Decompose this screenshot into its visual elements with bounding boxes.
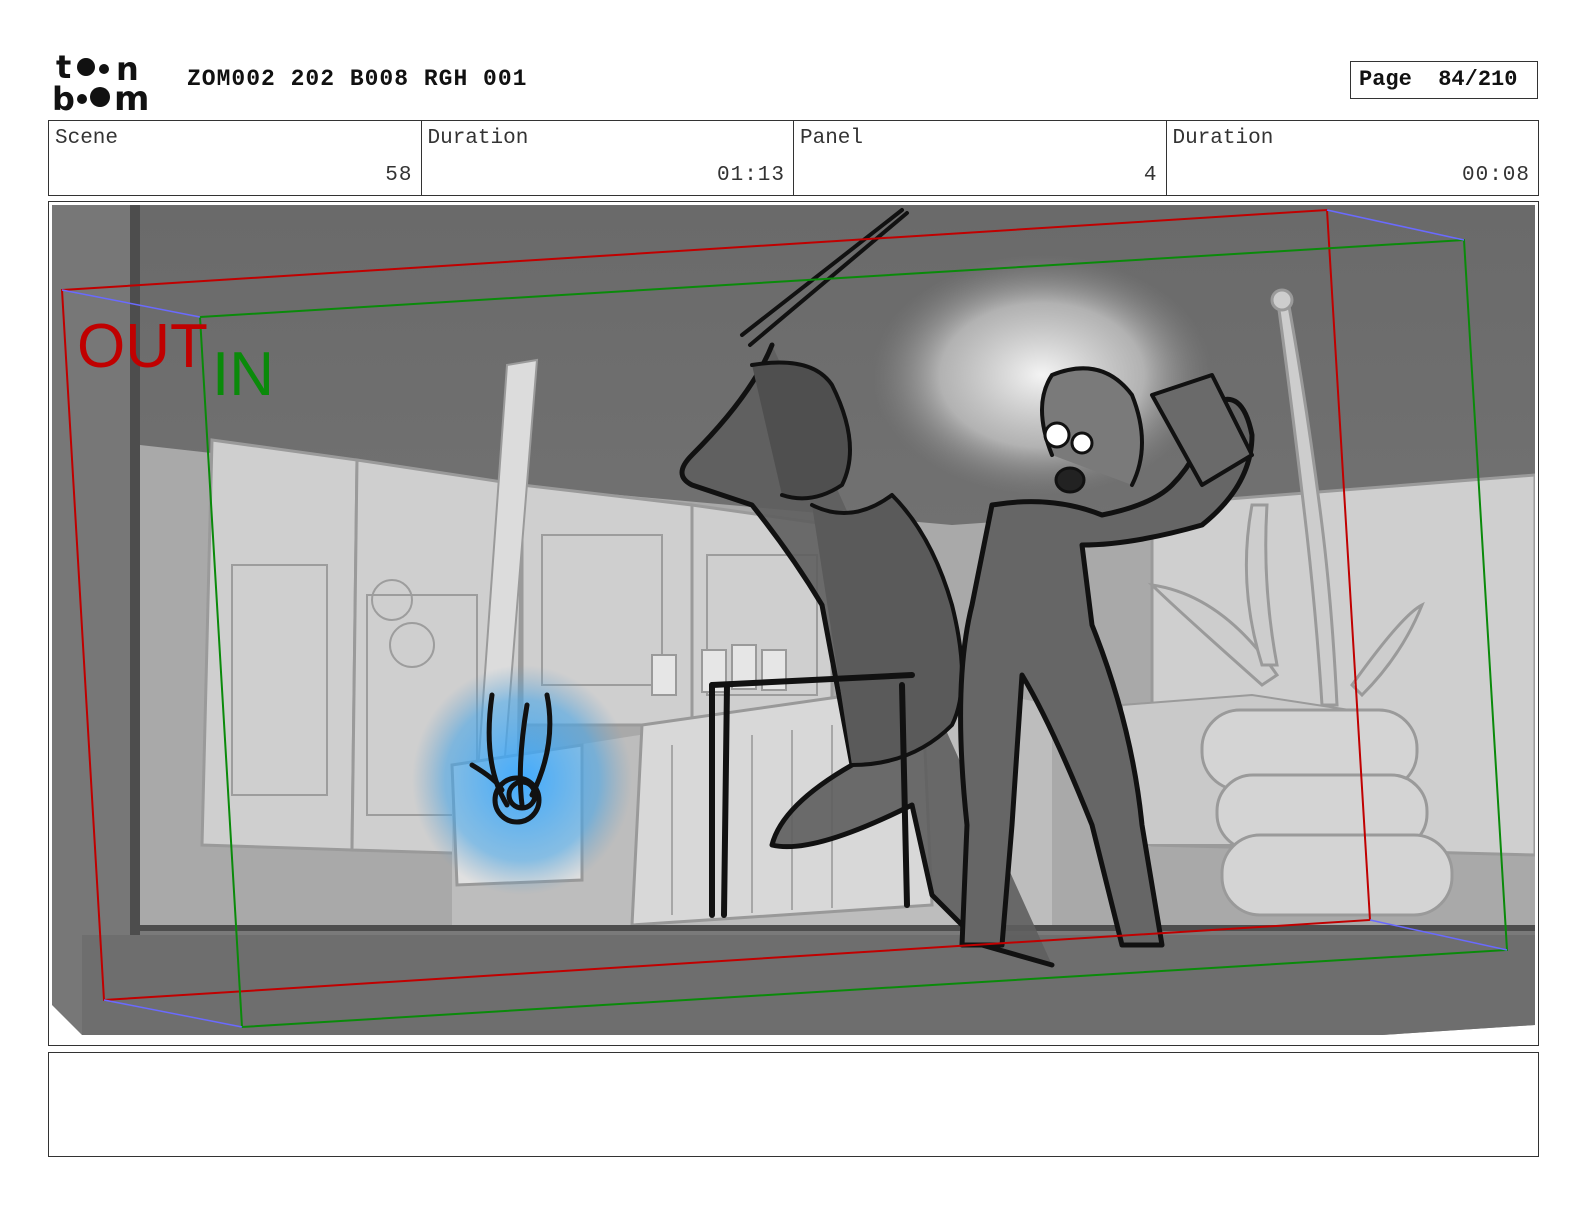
- light-glow: [872, 255, 1212, 495]
- panel-duration-value: 00:08: [1461, 164, 1530, 187]
- project-id: ZOM002 202 B008 RGH 001: [187, 66, 528, 92]
- out-frame-label: OUT: [77, 312, 208, 381]
- panel-artwork: OUT IN: [52, 205, 1535, 1042]
- page-indicator: Page 84/210: [1350, 61, 1538, 99]
- panel-duration-cell: Duration 00:08: [1167, 121, 1539, 195]
- info-table: Scene 58 Duration 01:13 Panel 4 Duration…: [48, 120, 1539, 196]
- storyboard-panel: OUT IN: [48, 201, 1539, 1046]
- panel-duration-label: Duration: [1172, 127, 1274, 150]
- panel-label: Panel: [800, 127, 864, 150]
- panel-notes: [48, 1052, 1539, 1157]
- scene-duration-label: Duration: [427, 127, 529, 150]
- page-label: Page: [1359, 67, 1412, 92]
- scene-label: Scene: [55, 127, 119, 150]
- background-scene: [52, 205, 1535, 1042]
- svg-text:b: b: [52, 80, 75, 112]
- scene-duration-value: 01:13: [716, 164, 785, 187]
- scene-cell: Scene 58: [49, 121, 422, 195]
- in-frame-label: IN: [212, 340, 274, 409]
- panel-cell: Panel 4: [794, 121, 1167, 195]
- page-number: 84/210: [1438, 67, 1518, 92]
- toon-boom-logo: t n b m: [52, 48, 164, 119]
- scene-value: 58: [385, 164, 413, 187]
- fairy-creature: [412, 665, 632, 895]
- svg-text:m: m: [114, 79, 149, 112]
- scene-duration-cell: Duration 01:13: [422, 121, 794, 195]
- panel-value: 4: [1143, 164, 1158, 187]
